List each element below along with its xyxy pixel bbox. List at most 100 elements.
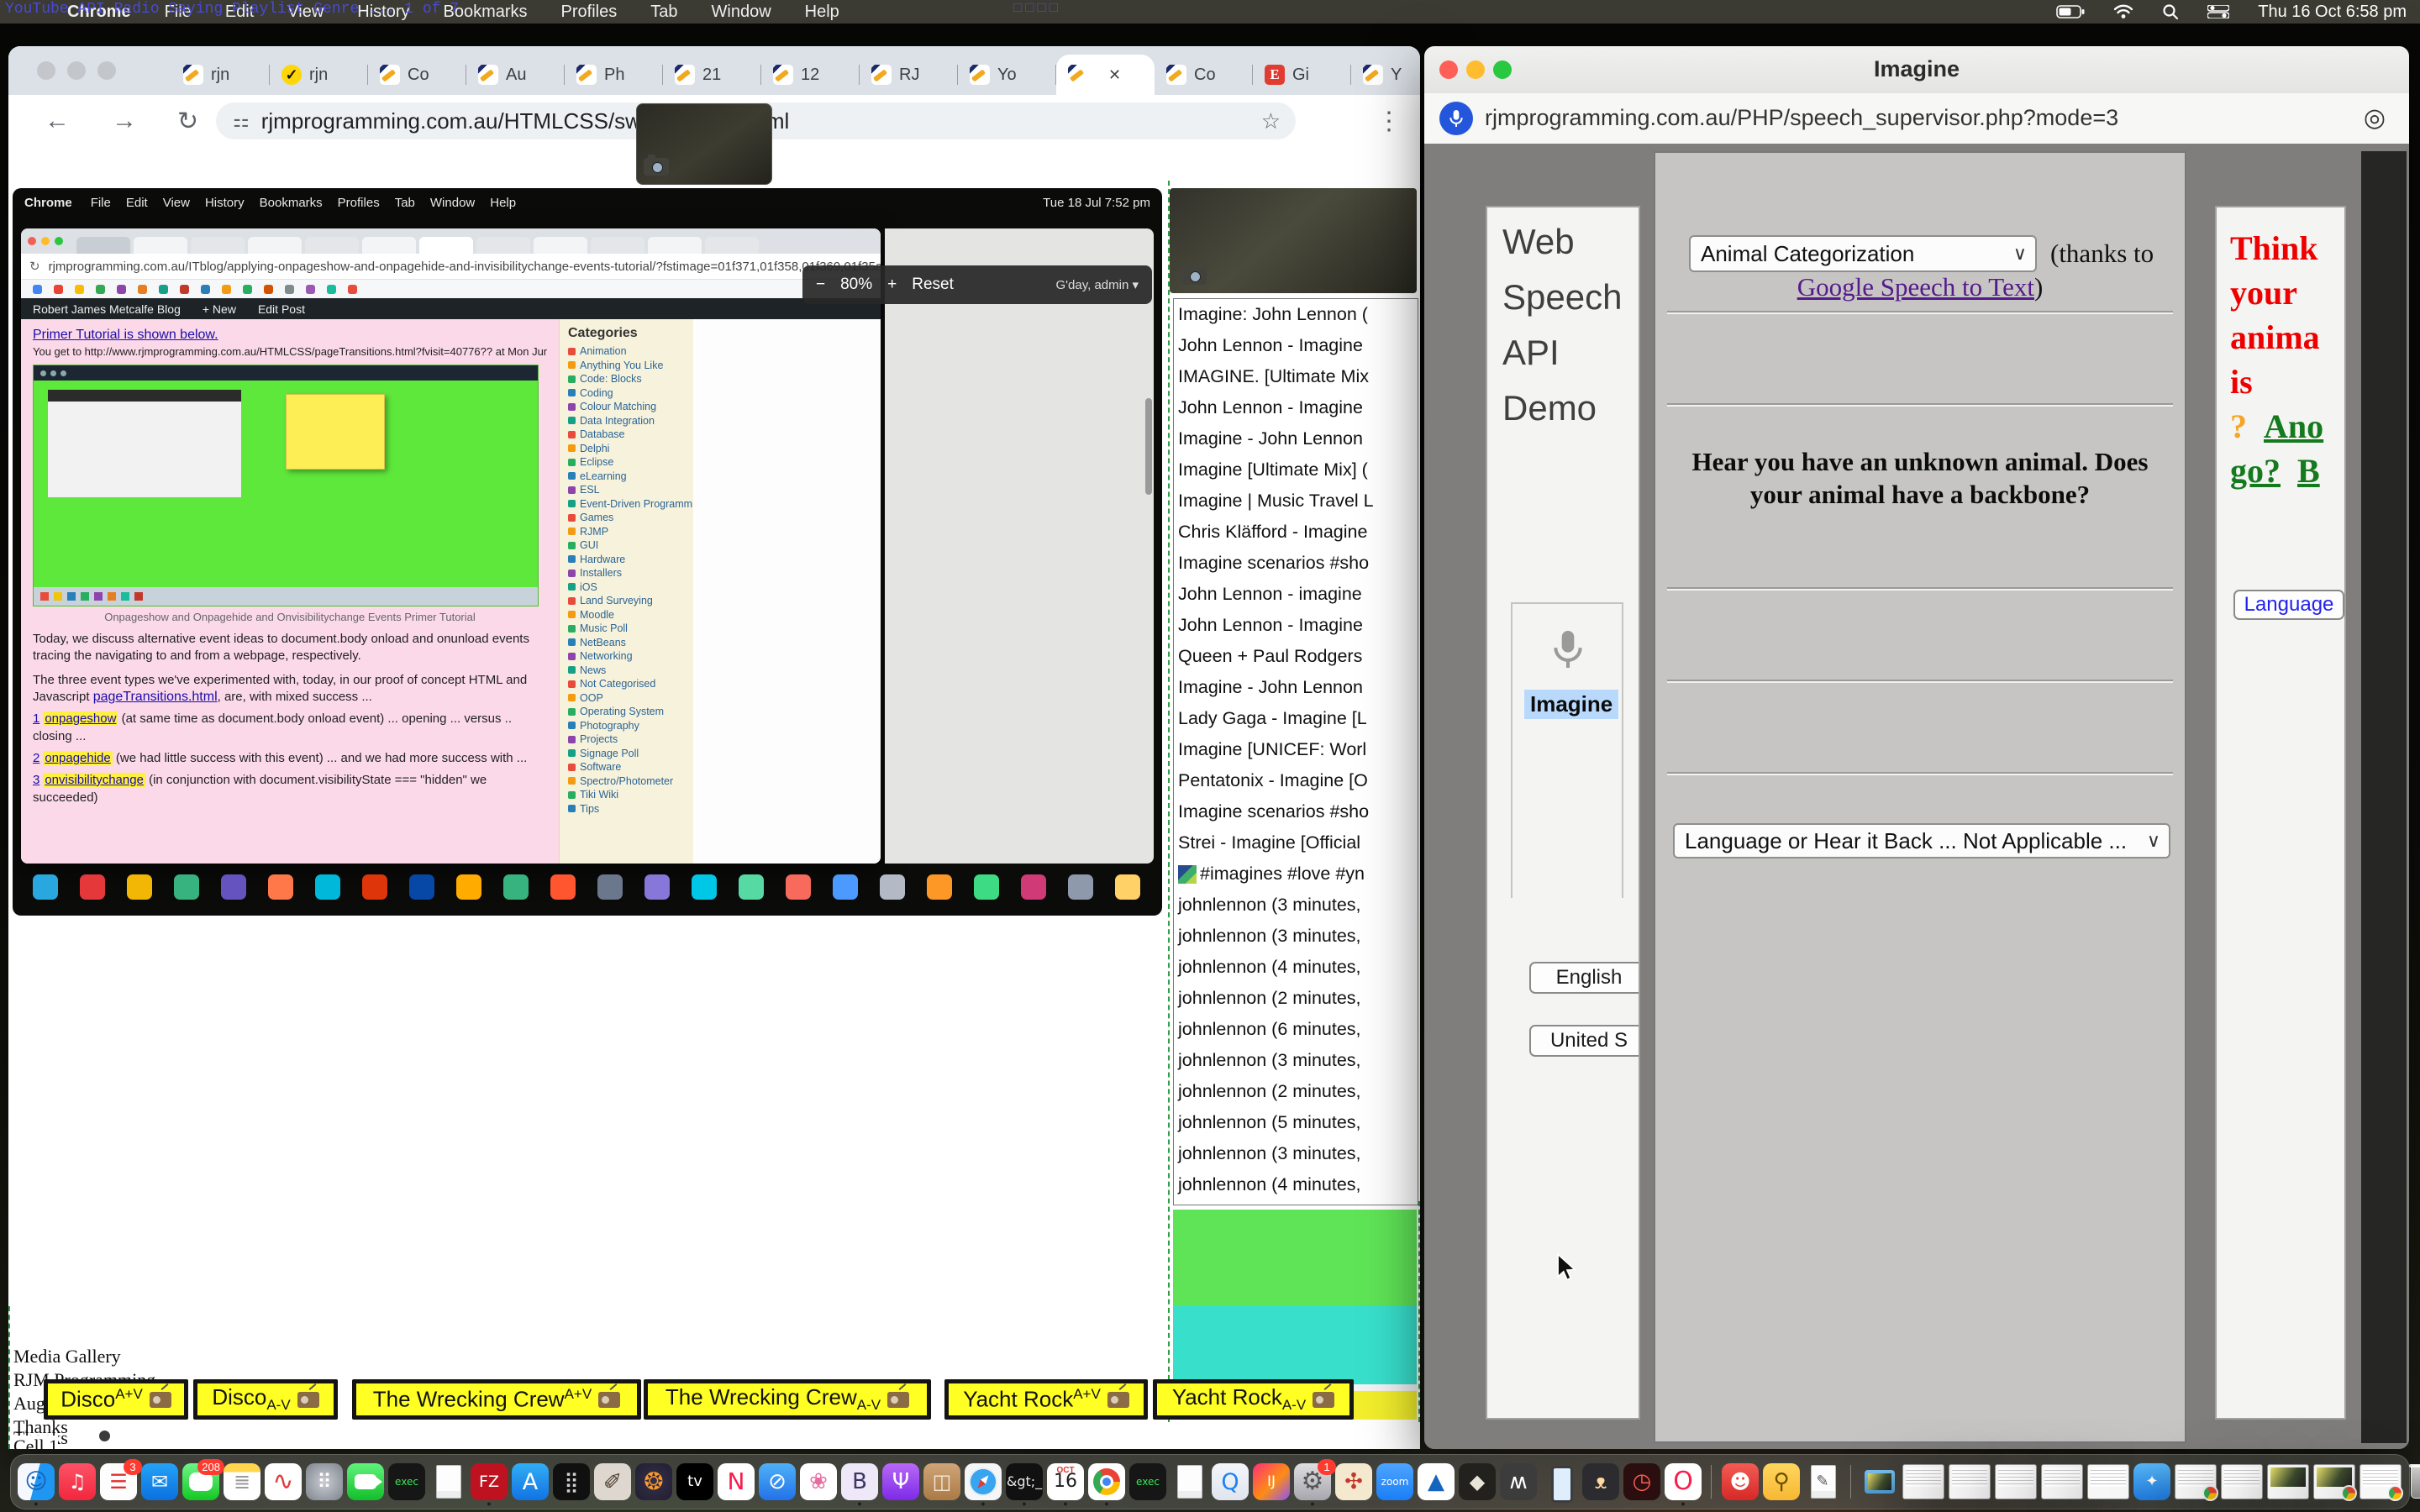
recognized-word[interactable]: Imagine xyxy=(1524,690,1618,719)
playlist-item[interactable]: Lady Gaga - Imagine [L xyxy=(1174,703,1418,734)
browser-tab[interactable]: Yo xyxy=(958,55,1056,95)
tooth-app[interactable]: ʍ xyxy=(1500,1463,1537,1500)
media-play-button[interactable]: The Wrecking CrewA+V xyxy=(352,1379,641,1420)
trash[interactable] xyxy=(2406,1463,2420,1500)
playlist-item[interactable]: johnlennon (5 minutes, xyxy=(1174,1107,1418,1138)
minimize-window-button[interactable] xyxy=(67,61,86,80)
mode-select[interactable]: Animal Categorization ∨ xyxy=(1689,235,2037,272)
paint[interactable]: ✣ xyxy=(1335,1463,1372,1500)
control-center-icon[interactable] xyxy=(2207,5,2229,18)
inkscape[interactable]: ◆ xyxy=(1459,1463,1496,1500)
playlist-item[interactable]: John Lennon - Imagine xyxy=(1174,392,1418,423)
launchpad[interactable]: ⠿ xyxy=(306,1463,343,1500)
playlist-item[interactable]: Chris Kläfford - Imagine xyxy=(1174,517,1418,548)
reminders[interactable]: ☰ 3 xyxy=(100,1463,137,1500)
playlist-item[interactable]: johnlennon (3 minutes, xyxy=(1174,1138,1418,1169)
minimized-window-8[interactable] xyxy=(2267,1464,2309,1499)
playlist-item[interactable]: johnlennon (3 minutes, xyxy=(1174,890,1418,921)
playlist-item[interactable]: Queen + Paul Rodgers xyxy=(1174,641,1418,672)
do-not-disturb[interactable]: ⊘ xyxy=(759,1463,796,1500)
divider-1[interactable] xyxy=(1706,1463,1718,1500)
browser-tab[interactable]: RJ xyxy=(860,55,958,95)
forward-button[interactable]: → xyxy=(112,107,137,135)
playlist-item[interactable]: johnlennon (4 minutes, xyxy=(1174,952,1418,983)
safari[interactable]: ● xyxy=(965,1463,1002,1500)
lamp-app[interactable]: ⚲ xyxy=(1763,1463,1800,1500)
system-settings[interactable]: ⚙ 1 ● xyxy=(1294,1463,1331,1500)
minimized-window-1[interactable] xyxy=(1902,1464,1944,1499)
menu-item[interactable]: Tab xyxy=(650,3,677,22)
google-speech-link[interactable]: Google Speech to Text xyxy=(1797,272,2034,302)
tab-close-icon[interactable]: ✕ xyxy=(1108,66,1121,84)
facetime[interactable] xyxy=(347,1463,384,1500)
photos-red[interactable]: ☻ xyxy=(1722,1463,1759,1500)
iphone-mirroring[interactable] xyxy=(1541,1463,1578,1500)
news[interactable]: N xyxy=(718,1463,755,1500)
eye-icon[interactable]: ◎ xyxy=(2364,103,2386,133)
minimized-window-6[interactable] xyxy=(2175,1464,2217,1499)
playlist-item[interactable]: IMAGINE. [Ultimate Mix xyxy=(1174,361,1418,392)
playlist-item[interactable]: Imagine: John Lennon ( xyxy=(1174,299,1418,330)
playlist-item[interactable]: John Lennon - Imagine xyxy=(1174,610,1418,641)
playlist-item[interactable]: Imagine scenarios #sho xyxy=(1174,796,1418,827)
browser-tab[interactable]: rjn xyxy=(171,55,270,95)
menu-bar-clock[interactable]: Thu 16 Oct 6:58 pm xyxy=(2258,3,2407,22)
browser-tab[interactable]: 12 xyxy=(761,55,860,95)
search-icon[interactable] xyxy=(2162,3,2179,20)
browser-tab[interactable]: ✕ xyxy=(1056,55,1155,95)
minimized-window-7[interactable] xyxy=(2221,1464,2263,1499)
playlist-item[interactable]: #imagines #love #yn xyxy=(1174,858,1418,890)
playlist-item[interactable]: John Lennon - Imagine xyxy=(1174,330,1418,361)
browser-tab[interactable]: Y xyxy=(1351,55,1420,95)
back-button[interactable]: ← xyxy=(45,107,70,135)
menu-item[interactable]: Help xyxy=(805,3,839,22)
language-select[interactable]: Language or Hear it Back ... Not Applica… xyxy=(1673,823,2170,858)
messages[interactable]: 208 xyxy=(182,1463,219,1500)
mail[interactable]: ✉ xyxy=(141,1463,178,1500)
finder[interactable]: ☺ ● xyxy=(18,1463,55,1500)
browser-menu-icon[interactable]: ⋮ xyxy=(1376,107,1402,136)
playlist-item[interactable]: Imagine scenarios #sho xyxy=(1174,548,1418,579)
menu-item[interactable]: Profiles xyxy=(561,3,618,22)
url-text[interactable]: rjmprogramming.com.au/PHP/speech_supervi… xyxy=(1485,105,2118,131)
united-states-button[interactable]: United S xyxy=(1529,1025,1640,1057)
browser-tab[interactable]: rjn xyxy=(270,55,368,95)
playlist-item[interactable]: johnlennon (6 minutes, xyxy=(1174,1014,1418,1045)
textedit-2[interactable] xyxy=(1171,1463,1207,1500)
another-go-link[interactable]: go? xyxy=(2230,452,2281,490)
browser-tab[interactable]: 21 xyxy=(663,55,761,95)
browser-tab[interactable]: Au xyxy=(466,55,565,95)
site-settings-icon[interactable]: ⚏ xyxy=(233,110,248,132)
photo-stack[interactable] xyxy=(1861,1463,1898,1500)
playlist-item[interactable]: Imagine [UNICEF: Worl xyxy=(1174,734,1418,765)
contacts[interactable]: ◫ xyxy=(923,1463,960,1500)
playlist-item[interactable]: Imagine [Ultimate Mix] ( xyxy=(1174,454,1418,486)
media-cell-green[interactable] xyxy=(1173,1210,1417,1305)
battery-icon[interactable] xyxy=(2056,5,2085,18)
mini-blue-app[interactable]: ✦ xyxy=(2133,1463,2170,1500)
textedit[interactable] xyxy=(429,1463,466,1500)
quicktime[interactable]: Q xyxy=(1212,1463,1249,1500)
media-play-button[interactable]: The Wrecking CrewA-V xyxy=(644,1379,931,1420)
playlist-item[interactable]: johnlennon (4 minutes, xyxy=(1174,1169,1418,1200)
media-play-button[interactable]: Yacht RockA+V xyxy=(944,1379,1148,1420)
bbedit[interactable]: B ● xyxy=(841,1463,878,1500)
minimized-window-3[interactable] xyxy=(1995,1464,2037,1499)
divider-2[interactable] xyxy=(1845,1463,1857,1500)
playlist-item[interactable]: johnlennon (3 minutes, xyxy=(1174,921,1418,952)
notes[interactable]: ≣ xyxy=(224,1463,260,1500)
english-button[interactable]: English xyxy=(1529,962,1640,994)
filezilla[interactable]: FZ ● xyxy=(471,1463,508,1500)
podcasts[interactable]: Ψ xyxy=(882,1463,919,1500)
playlist-item[interactable]: Pentatonix - Imagine [O xyxy=(1174,765,1418,796)
minimized-window-5[interactable] xyxy=(2087,1464,2129,1499)
minimized-window-10[interactable] xyxy=(2360,1464,2402,1499)
browser-tab[interactable]: Ph xyxy=(565,55,663,95)
gimp[interactable]: ✐ xyxy=(594,1463,631,1500)
prism[interactable]: ▲ xyxy=(1418,1463,1455,1500)
voice-waveform[interactable]: ∿ xyxy=(265,1463,302,1500)
reload-button[interactable]: ↻ xyxy=(177,107,198,136)
minimized-window-9[interactable] xyxy=(2313,1464,2355,1499)
playlist-item[interactable]: Imagine - John Lennon xyxy=(1174,423,1418,454)
media-cell-image[interactable] xyxy=(1170,188,1417,293)
